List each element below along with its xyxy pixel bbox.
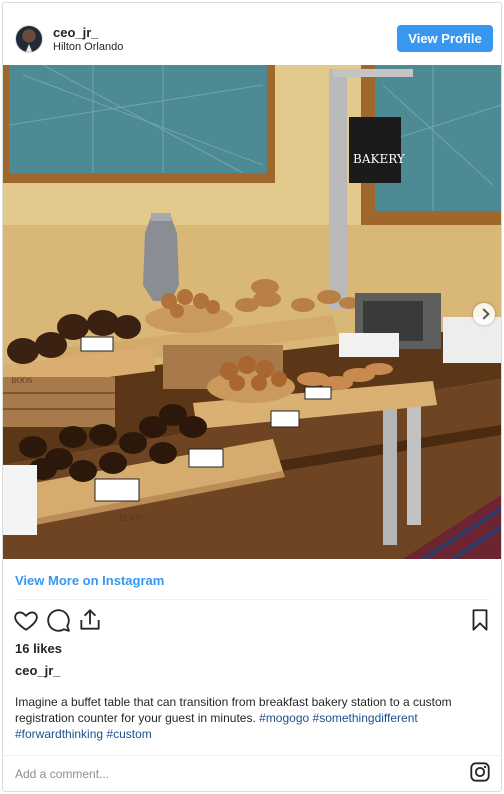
caption-username[interactable]: ceo_jr_: [15, 663, 61, 678]
hashtag-link[interactable]: #custom: [106, 727, 151, 741]
post-actions: [3, 607, 501, 637]
instagram-embed-card: ceo_jr_ Hilton Orlando View Profile BAKE…: [2, 2, 502, 792]
hashtag-link[interactable]: #forwardthinking: [15, 727, 103, 741]
divider: [15, 599, 489, 600]
board-brand-label: BOOS: [119, 513, 143, 523]
likes-count[interactable]: 16 likes: [15, 641, 62, 656]
hashtag-link[interactable]: #somethingdifferent: [313, 711, 418, 725]
heart-icon[interactable]: [13, 607, 39, 633]
comment-icon[interactable]: [45, 607, 71, 633]
add-comment-input[interactable]: Add a comment...: [15, 764, 315, 784]
header-username[interactable]: ceo_jr_: [53, 25, 99, 40]
avatar[interactable]: [15, 25, 43, 53]
instagram-logo-icon[interactable]: [469, 761, 491, 783]
carousel-next-arrow-icon[interactable]: [473, 303, 495, 325]
view-profile-button[interactable]: View Profile: [397, 25, 493, 52]
board-brand-label: BOOS: [11, 376, 32, 385]
bookmark-icon[interactable]: [467, 607, 493, 633]
header-location[interactable]: Hilton Orlando: [53, 41, 123, 53]
bakery-buffet-image: BAKERY BOOS BOOS: [3, 65, 501, 559]
divider: [3, 755, 501, 756]
post-caption: Imagine a buffet table that can transiti…: [15, 694, 493, 742]
post-photo[interactable]: BAKERY BOOS BOOS: [3, 65, 501, 559]
view-more-on-instagram-link[interactable]: View More on Instagram: [15, 573, 164, 588]
hashtag-link[interactable]: #mogogo: [259, 711, 309, 725]
post-header: ceo_jr_ Hilton Orlando View Profile: [3, 3, 501, 65]
bakery-sign-text: BAKERY: [353, 152, 406, 166]
share-icon[interactable]: [77, 607, 103, 633]
